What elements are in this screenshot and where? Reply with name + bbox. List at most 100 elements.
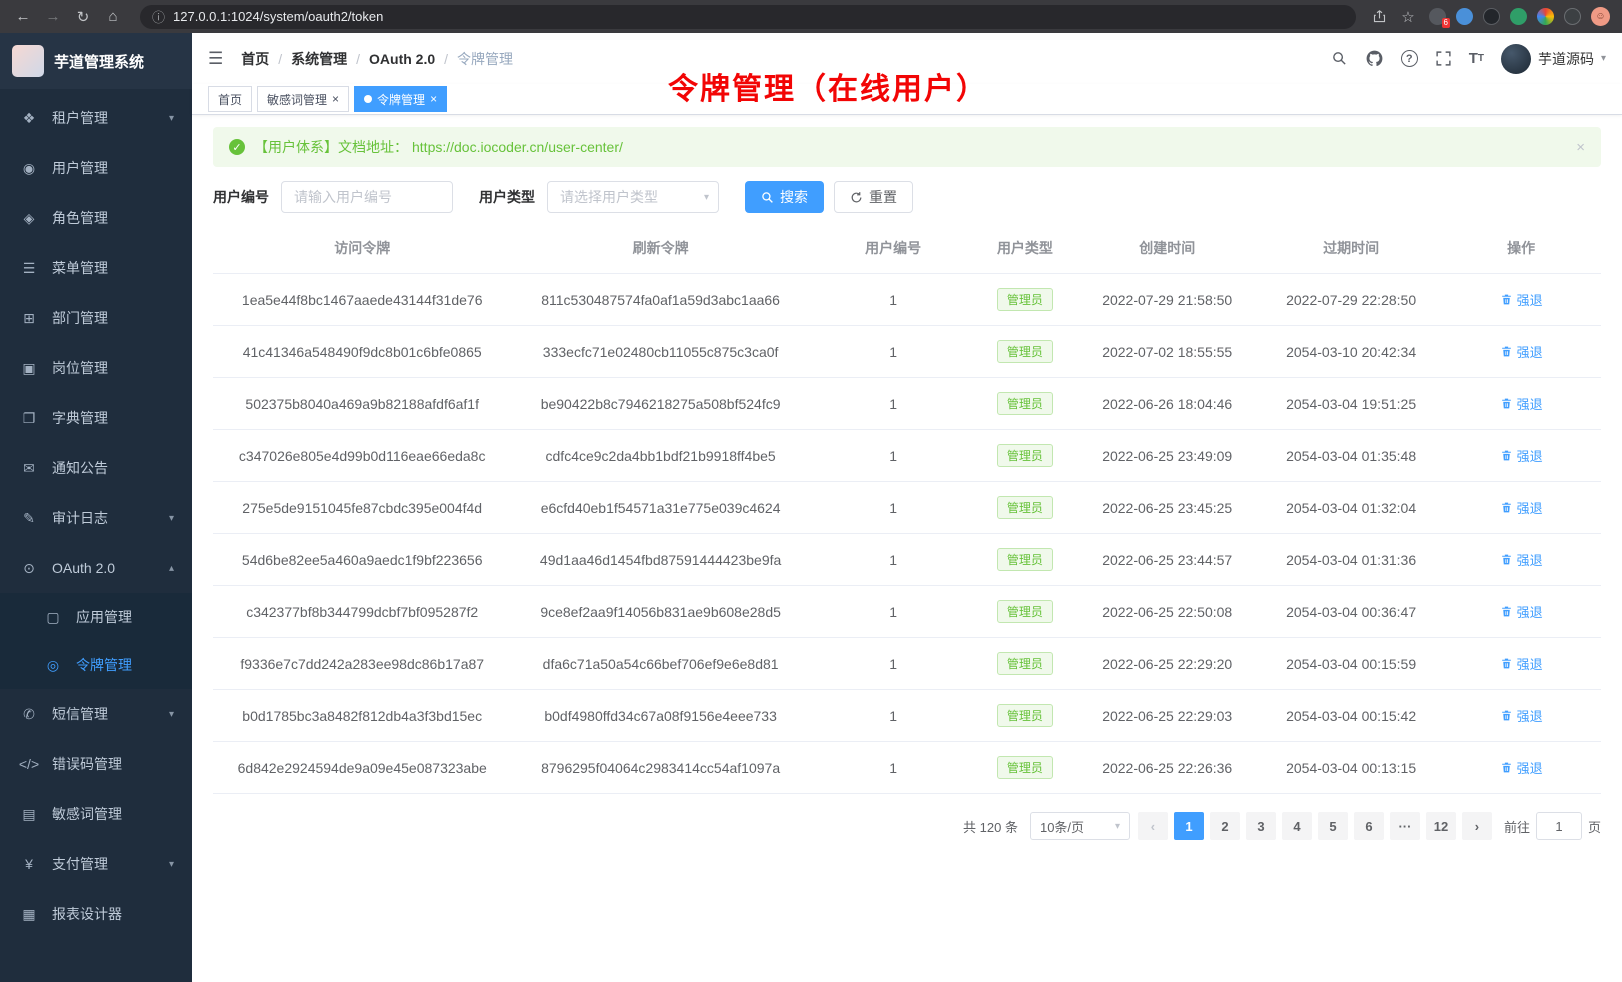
reload-icon[interactable]: ↻ (72, 8, 94, 26)
extension-icon-blue[interactable] (1456, 8, 1473, 25)
force-logout-button[interactable]: 强退 (1500, 758, 1543, 777)
help-doc-icon[interactable]: ? (1401, 50, 1418, 67)
sidebar-item-label: 部门管理 (52, 308, 108, 328)
page-ellipsis[interactable]: ··· (1390, 812, 1420, 840)
extension-icon-gray[interactable] (1564, 8, 1581, 25)
cell-user-id: 1 (810, 274, 977, 326)
breadcrumb-item[interactable]: 系统管理 (291, 49, 347, 69)
search-icon[interactable] (1331, 50, 1348, 67)
address-bar[interactable]: ⓘ 127.0.0.1:1024/system/oauth2/token (140, 5, 1356, 29)
home-icon[interactable]: ⌂ (102, 8, 124, 25)
app-logo[interactable]: 芋道管理系统 (0, 33, 192, 89)
page-button-6[interactable]: 6 (1354, 812, 1384, 840)
sidebar-item-audit-log[interactable]: ✎审计日志▾ (0, 493, 192, 543)
back-icon[interactable]: ← (12, 8, 34, 25)
delete-icon (1500, 345, 1513, 358)
extension-icon-dark[interactable] (1483, 8, 1500, 25)
force-logout-button[interactable]: 强退 (1500, 290, 1543, 309)
page-button-1[interactable]: 1 (1174, 812, 1204, 840)
cell-create-time: 2022-06-26 18:04:46 (1074, 378, 1261, 430)
breadcrumb-item[interactable]: OAuth 2.0 (369, 51, 435, 67)
user-id-input[interactable] (281, 181, 453, 213)
sidebar-item-sensitive-word[interactable]: ▤敏感词管理 (0, 789, 192, 839)
browser-toolbar: ← → ↻ ⌂ ⓘ 127.0.0.1:1024/system/oauth2/t… (0, 0, 1622, 33)
sidebar-item-role[interactable]: ◈角色管理 (0, 193, 192, 243)
page-size-value: 10条/页 (1040, 817, 1084, 836)
force-logout-button[interactable]: 强退 (1500, 394, 1543, 413)
chevron-down-icon: ▾ (169, 709, 174, 720)
sidebar-item-payment[interactable]: ¥支付管理▾ (0, 839, 192, 889)
bookmark-star-icon[interactable]: ☆ (1397, 8, 1419, 26)
table-row: 275e5de9151045fe87cbdc395e004f4de6cfd40e… (213, 482, 1601, 534)
share-icon[interactable] (1372, 9, 1387, 24)
reset-button[interactable]: 重置 (834, 181, 913, 213)
page-button-3[interactable]: 3 (1246, 812, 1276, 840)
forward-icon[interactable]: → (42, 8, 64, 25)
sidebar-item-dict[interactable]: ❐字典管理 (0, 393, 192, 443)
github-icon[interactable] (1365, 49, 1384, 68)
doc-alert: ✓ 【用户体系】文档地址： https://doc.iocoder.cn/use… (213, 127, 1601, 167)
tab-close-icon[interactable]: × (332, 93, 339, 105)
page-button-5[interactable]: 5 (1318, 812, 1348, 840)
cell-access-token: 502375b8040a469a9b82188afdf6af1f (213, 378, 511, 430)
extension-icon-green[interactable] (1510, 8, 1527, 25)
tab-home[interactable]: 首页 (208, 86, 252, 112)
cell-refresh-token: 8796295f04064c2983414cc54af1097a (511, 742, 809, 794)
next-page-button[interactable]: › (1462, 812, 1492, 840)
cell-user-type: 管理员 (976, 638, 1073, 690)
fullscreen-icon[interactable] (1435, 50, 1452, 67)
tab-sensitive-word[interactable]: 敏感词管理× (257, 86, 349, 112)
page-button-4[interactable]: 4 (1282, 812, 1312, 840)
sidebar-item-label: 令牌管理 (76, 655, 132, 675)
cell-refresh-token: 333ecfc71e02480cb11055c875c3ca0f (511, 326, 809, 378)
search-button[interactable]: 搜索 (745, 181, 824, 213)
page-size-select[interactable]: 10条/页 ▾ (1030, 812, 1130, 840)
delete-icon (1500, 501, 1513, 514)
sidebar-item-post[interactable]: ▣岗位管理 (0, 343, 192, 393)
force-logout-button[interactable]: 强退 (1500, 602, 1543, 621)
force-logout-button[interactable]: 强退 (1500, 342, 1543, 361)
extension-icon-colorful[interactable] (1537, 8, 1554, 25)
extension-icon[interactable]: 6 (1429, 8, 1446, 25)
sidebar-item-menu[interactable]: ☰菜单管理 (0, 243, 192, 293)
page-button-12[interactable]: 12 (1426, 812, 1456, 840)
force-logout-button[interactable]: 强退 (1500, 446, 1543, 465)
breadcrumb-item[interactable]: 首页 (241, 49, 269, 69)
sidebar-item-oauth2-application[interactable]: ▢应用管理 (0, 593, 192, 641)
force-logout-button[interactable]: 强退 (1500, 706, 1543, 725)
table-header-row: 访问令牌刷新令牌用户编号用户类型创建时间过期时间操作 (213, 223, 1601, 274)
user-type-badge: 管理员 (997, 756, 1053, 779)
force-logout-button[interactable]: 强退 (1500, 550, 1543, 569)
sidebar-item-user[interactable]: ◉用户管理 (0, 143, 192, 193)
browser-profile-avatar[interactable]: ☺ (1591, 7, 1610, 26)
prev-page-button[interactable]: ‹ (1138, 812, 1168, 840)
tab-close-icon[interactable]: × (430, 93, 437, 105)
sidebar-item-notice[interactable]: ✉通知公告 (0, 443, 192, 493)
sidebar-item-error-code[interactable]: </>错误码管理 (0, 739, 192, 789)
user-menu[interactable]: 芋道源码 ▾ (1501, 44, 1606, 74)
sidebar-item-dept[interactable]: ⊞部门管理 (0, 293, 192, 343)
font-size-icon[interactable]: TT (1469, 50, 1484, 67)
force-logout-button[interactable]: 强退 (1500, 654, 1543, 673)
table-row: 502375b8040a469a9b82188afdf6af1fbe90422b… (213, 378, 1601, 430)
sidebar-item-oauth2[interactable]: ⊙OAuth 2.0▴ (0, 543, 192, 593)
sidebar-item-tenant[interactable]: ❖租户管理▾ (0, 93, 192, 143)
sidebar-item-report-designer[interactable]: ▦报表设计器 (0, 889, 192, 939)
doc-link[interactable]: https://doc.iocoder.cn/user-center/ (412, 139, 623, 155)
sidebar-item-sms[interactable]: ✆短信管理▾ (0, 689, 192, 739)
cell-create-time: 2022-07-29 21:58:50 (1074, 274, 1261, 326)
goto-page-input[interactable] (1536, 812, 1582, 840)
oauth-icon: ⊙ (18, 560, 40, 577)
page-button-2[interactable]: 2 (1210, 812, 1240, 840)
cell-create-time: 2022-06-25 22:29:03 (1074, 690, 1261, 742)
user-type-badge: 管理员 (997, 392, 1053, 415)
alert-close-icon[interactable]: × (1576, 139, 1585, 156)
sidebar-item-label: 报表设计器 (52, 904, 122, 924)
hamburger-icon[interactable]: ☰ (208, 49, 223, 69)
cell-actions: 强退 (1441, 274, 1601, 326)
tab-token[interactable]: 令牌管理× (354, 86, 447, 112)
site-info-icon[interactable]: ⓘ (152, 7, 165, 26)
force-logout-button[interactable]: 强退 (1500, 498, 1543, 517)
user-type-select[interactable]: 请选择用户类型 ▾ (547, 181, 719, 213)
sidebar-item-oauth2-token[interactable]: ◎令牌管理 (0, 641, 192, 689)
